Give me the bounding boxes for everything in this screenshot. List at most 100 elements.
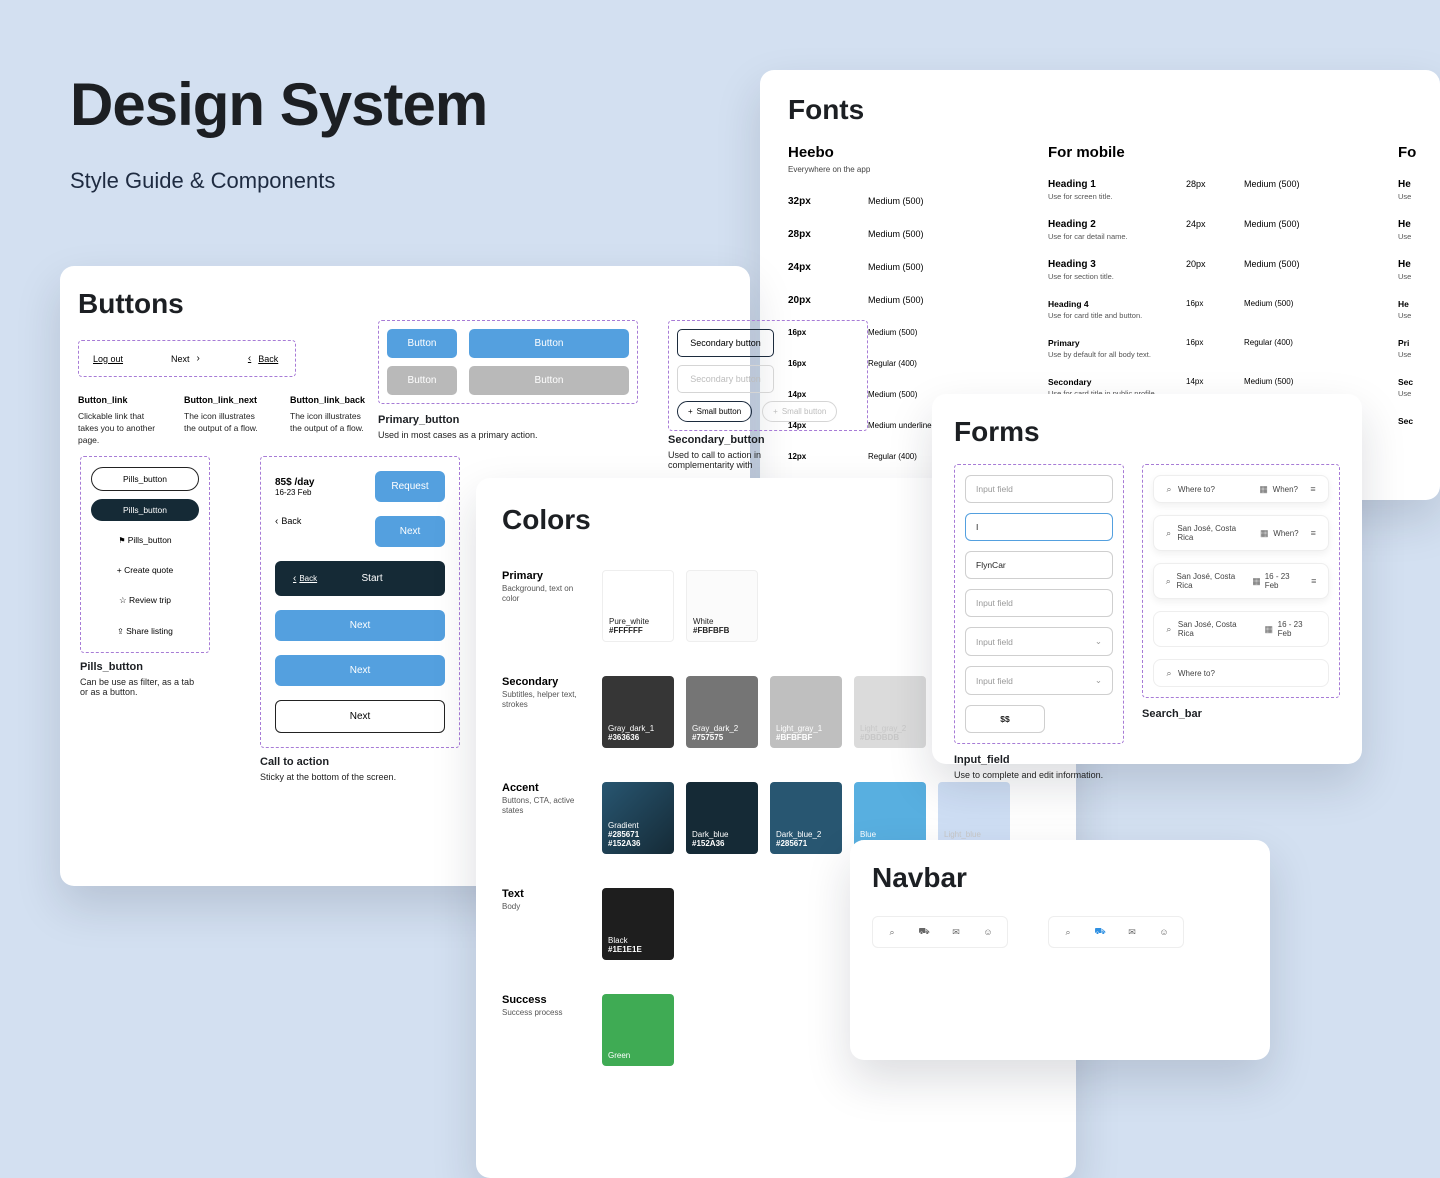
next-button[interactable]: Next (375, 516, 445, 547)
input-fields-group: Input field I FlynCar Input field Input … (954, 464, 1124, 744)
pill-review-trip[interactable]: Review trip (91, 589, 199, 612)
chat-icon[interactable]: ✉ (951, 927, 961, 937)
pills-caption: Pills_button (80, 661, 210, 673)
next-button-wide[interactable]: Next (275, 610, 445, 641)
next-button-outline[interactable]: Next (275, 700, 445, 733)
primary-desc: Used in most cases as a primary action. (378, 430, 538, 440)
pill-create-quote[interactable]: Create quote (91, 559, 199, 581)
request-button[interactable]: Request (375, 471, 445, 502)
swatch-pure-white: Pure_white#FFFFFF (602, 570, 674, 642)
search-icon: ⌕ (1164, 576, 1173, 586)
input-placeholder[interactable]: Input field (965, 475, 1113, 503)
search-bar[interactable]: ⌕San José, Costa Rica ▦16 - 23 Feb ≡ (1153, 563, 1329, 599)
cta-caption: Call to action (260, 756, 460, 768)
calendar-icon: ▦ (1264, 624, 1274, 634)
calendar-icon: ▦ (1259, 528, 1269, 538)
search-bar[interactable]: ⌕San José, Costa Rica ▦When? ≡ (1153, 515, 1329, 551)
navbar-heading: Navbar (872, 862, 1248, 894)
input-focused[interactable]: I (965, 513, 1113, 541)
select-field-small[interactable]: Input field⌄ (965, 666, 1113, 695)
search-icon[interactable]: ⌕ (1063, 927, 1073, 937)
small-button-disabled: Small button (762, 401, 837, 422)
search-icon: ⌕ (1164, 484, 1174, 494)
search-icon: ⌕ (1164, 528, 1173, 538)
fonts-col3-heading: Fo (1398, 144, 1440, 161)
secondary-button-group: Secondary button Secondary button Small … (668, 320, 868, 431)
start-button[interactable]: BackStart (275, 561, 445, 596)
navbar-example: ⌕ ⛟ ✉ ☺ (872, 916, 1008, 948)
filter-icon[interactable]: ≡ (1309, 528, 1318, 538)
primary-caption: Primary_button (378, 414, 538, 426)
search-icon: ⌕ (1164, 624, 1174, 634)
pill-share-listing[interactable]: Share listing (91, 620, 199, 642)
pills-desc: Can be use as filter, as a tab or as a b… (80, 677, 200, 697)
search-bar[interactable]: ⌕Where to? (1153, 659, 1329, 687)
pills-group: Pills_button Pills_button Pills_button C… (80, 456, 210, 653)
logout-link[interactable]: Log out (93, 353, 123, 364)
search-icon: ⌕ (1164, 668, 1174, 678)
search-bars-group: ⌕Where to? ▦When? ≡ ⌕San José, Costa Ric… (1142, 464, 1340, 698)
primary-button-disabled: Button (469, 366, 629, 395)
font-family-name: Heebo (788, 144, 998, 161)
primary-button-disabled: Button (387, 366, 457, 395)
small-button[interactable]: Small button (677, 401, 752, 422)
chevron-down-icon: ⌄ (1095, 675, 1102, 686)
select-field[interactable]: Input field⌄ (965, 627, 1113, 656)
input-desc: Use to complete and edit information. (954, 770, 1124, 780)
input-placeholder[interactable]: Input field (965, 589, 1113, 617)
navbar-example-active: ⌕ ⛟ ✉ ☺ (1048, 916, 1184, 948)
link-examples: Log out Next Back (78, 340, 296, 377)
swatch-light-gray-1: Light_gray_1#BFBFBF (770, 676, 842, 748)
swatch-gradient: Gradient#285671#152A36 (602, 782, 674, 854)
calendar-icon: ▦ (1252, 576, 1261, 586)
next-button-wide[interactable]: Next (275, 655, 445, 686)
primary-button[interactable]: Button (387, 329, 457, 358)
swatch-black: Black#1E1E1E (602, 888, 674, 960)
primary-button[interactable]: Button (469, 329, 629, 358)
forms-panel: Forms Input field I FlynCar Input field … (932, 394, 1362, 764)
cta-back-link[interactable]: Back (275, 516, 301, 547)
swatch-dark-blue-2: Dark_blue_2#285671 (770, 782, 842, 854)
forms-heading: Forms (954, 416, 1340, 448)
fonts-heading: Fonts (788, 94, 1412, 126)
calendar-icon: ▦ (1259, 484, 1269, 494)
search-bar[interactable]: ⌕San José, Costa Rica ▦16 - 23 Feb (1153, 611, 1329, 647)
chat-icon[interactable]: ✉ (1127, 927, 1137, 937)
input-filled[interactable]: FlynCar (965, 551, 1113, 579)
swatch-gray-dark-2: Gray_dark_2#757575 (686, 676, 758, 748)
input-caption: Input_field (954, 754, 1124, 766)
filter-icon[interactable]: ≡ (1309, 576, 1318, 586)
swatch-gray-dark-1: Gray_dark_1#363636 (602, 676, 674, 748)
secondary-button-disabled: Secondary button (677, 365, 774, 393)
swatch-light-gray-2: Light_gray_2#DBDBDB (854, 676, 926, 748)
chevron-down-icon: ⌄ (1095, 636, 1102, 647)
next-link[interactable]: Next (171, 353, 200, 364)
search-bar[interactable]: ⌕Where to? ▦When? ≡ (1153, 475, 1329, 503)
user-icon[interactable]: ☺ (983, 927, 993, 937)
user-icon[interactable]: ☺ (1159, 927, 1169, 937)
swatch-white: White#FBFBFB (686, 570, 758, 642)
filter-icon[interactable]: ≡ (1308, 484, 1318, 494)
search-icon[interactable]: ⌕ (887, 927, 897, 937)
pill-button[interactable]: Pills_button (91, 467, 199, 491)
searchbar-caption: Search_bar (1142, 708, 1340, 720)
page-subtitle: Style Guide & Components (70, 168, 335, 194)
secondary-caption: Secondary_button (668, 434, 765, 446)
secondary-button[interactable]: Secondary button (677, 329, 774, 357)
navbar-panel: Navbar ⌕ ⛟ ✉ ☺ ⌕ ⛟ ✉ ☺ (850, 840, 1270, 1060)
back-link[interactable]: Back (248, 353, 278, 364)
car-icon[interactable]: ⛟ (1095, 927, 1105, 937)
price-field[interactable]: $$ (965, 705, 1045, 733)
cta-desc: Sticky at the bottom of the screen. (260, 772, 460, 782)
page-title: Design System (70, 70, 487, 139)
fonts-mobile-heading: For mobile (1048, 144, 1348, 161)
buttons-heading: Buttons (78, 288, 732, 320)
cta-group: 85$ /day16-23 Feb Request Back Next Back… (260, 456, 460, 748)
pill-button-icon[interactable]: Pills_button (91, 529, 199, 551)
pill-button-active[interactable]: Pills_button (91, 499, 199, 521)
font-family-note: Everywhere on the app (788, 165, 998, 174)
primary-button-group: Button Button Button Button (378, 320, 638, 404)
car-icon[interactable]: ⛟ (919, 927, 929, 937)
secondary-desc: Used to call to action in complementarit… (668, 450, 765, 470)
swatch-dark-blue: Dark_blue#152A36 (686, 782, 758, 854)
